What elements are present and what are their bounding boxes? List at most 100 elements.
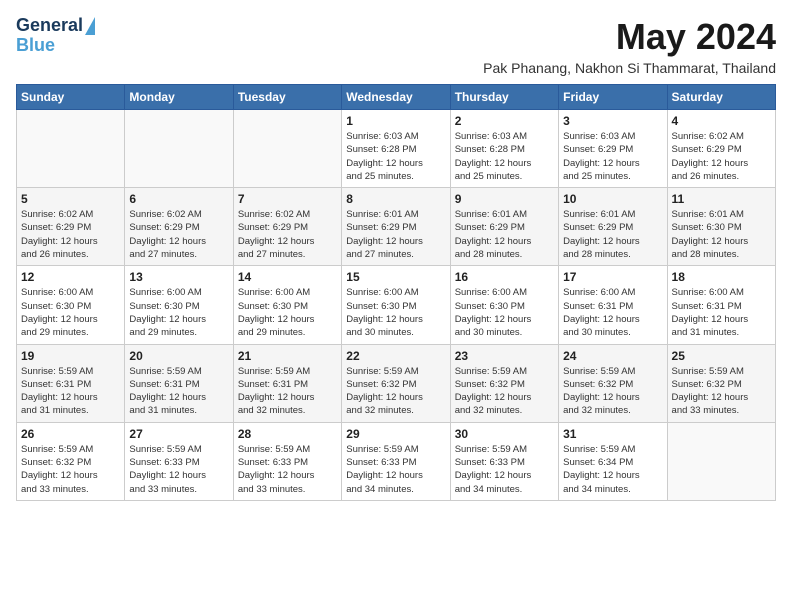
day-number: 3 bbox=[563, 114, 662, 128]
day-number: 20 bbox=[129, 349, 228, 363]
day-info: Sunrise: 5:59 AM Sunset: 6:33 PM Dayligh… bbox=[346, 443, 445, 496]
day-cell: 25Sunrise: 5:59 AM Sunset: 6:32 PM Dayli… bbox=[667, 344, 775, 422]
calendar-header-row: SundayMondayTuesdayWednesdayThursdayFrid… bbox=[17, 85, 776, 110]
day-number: 12 bbox=[21, 270, 120, 284]
day-cell: 23Sunrise: 5:59 AM Sunset: 6:32 PM Dayli… bbox=[450, 344, 558, 422]
day-number: 16 bbox=[455, 270, 554, 284]
day-number: 22 bbox=[346, 349, 445, 363]
header-friday: Friday bbox=[559, 85, 667, 110]
day-number: 9 bbox=[455, 192, 554, 206]
day-cell: 28 Sunrise: 5:59 AM Sunset: 6:33 PM Dayli… bbox=[233, 422, 341, 500]
day-number: 30 bbox=[455, 427, 554, 441]
day-number: 28 bbox=[238, 427, 337, 441]
day-info: Sunrise: 6:03 AM Sunset: 6:28 PM Dayligh… bbox=[346, 130, 445, 183]
day-number: 7 bbox=[238, 192, 337, 206]
day-info: Sunrise: 6:03 AM Sunset: 6:29 PM Dayligh… bbox=[563, 130, 662, 183]
day-cell: 10 Sunrise: 6:01 AM Sunset: 6:29 PM Dayli… bbox=[559, 188, 667, 266]
day-cell: 26Sunrise: 5:59 AM Sunset: 6:32 PM Dayli… bbox=[17, 422, 125, 500]
day-number: 10 bbox=[563, 192, 662, 206]
day-cell: 14 Sunrise: 6:00 AM Sunset: 6:30 PM Dayli… bbox=[233, 266, 341, 344]
day-cell: 20 Sunrise: 5:59 AM Sunset: 6:31 PM Dayli… bbox=[125, 344, 233, 422]
day-number: 2 bbox=[455, 114, 554, 128]
day-info: Sunrise: 6:01 AM Sunset: 6:30 PM Dayligh… bbox=[672, 208, 771, 261]
day-info: Sunrise: 6:00 AM Sunset: 6:30 PM Dayligh… bbox=[238, 286, 337, 339]
header-wednesday: Wednesday bbox=[342, 85, 450, 110]
day-cell: 11Sunrise: 6:01 AM Sunset: 6:30 PM Dayli… bbox=[667, 188, 775, 266]
day-info: Sunrise: 6:03 AM Sunset: 6:28 PM Dayligh… bbox=[455, 130, 554, 183]
day-info: Sunrise: 5:59 AM Sunset: 6:32 PM Dayligh… bbox=[455, 365, 554, 418]
day-number: 6 bbox=[129, 192, 228, 206]
day-cell: 7 Sunrise: 6:02 AM Sunset: 6:29 PM Daylig… bbox=[233, 188, 341, 266]
day-cell: 16Sunrise: 6:00 AM Sunset: 6:30 PM Dayli… bbox=[450, 266, 558, 344]
day-cell: 1 Sunrise: 6:03 AM Sunset: 6:28 PM Daylig… bbox=[342, 110, 450, 188]
day-cell bbox=[667, 422, 775, 500]
day-number: 17 bbox=[563, 270, 662, 284]
logo-blue: Blue bbox=[16, 36, 55, 56]
day-cell bbox=[233, 110, 341, 188]
day-info: Sunrise: 6:01 AM Sunset: 6:29 PM Dayligh… bbox=[455, 208, 554, 261]
day-cell bbox=[125, 110, 233, 188]
day-info: Sunrise: 6:02 AM Sunset: 6:29 PM Dayligh… bbox=[129, 208, 228, 261]
day-cell: 18Sunrise: 6:00 AM Sunset: 6:31 PM Dayli… bbox=[667, 266, 775, 344]
day-cell: 2 Sunrise: 6:03 AM Sunset: 6:28 PM Daylig… bbox=[450, 110, 558, 188]
header-tuesday: Tuesday bbox=[233, 85, 341, 110]
day-info: Sunrise: 6:00 AM Sunset: 6:30 PM Dayligh… bbox=[129, 286, 228, 339]
day-number: 21 bbox=[238, 349, 337, 363]
day-number: 29 bbox=[346, 427, 445, 441]
location-subtitle: Pak Phanang, Nakhon Si Thammarat, Thaila… bbox=[483, 60, 776, 76]
header-saturday: Saturday bbox=[667, 85, 775, 110]
day-info: Sunrise: 6:02 AM Sunset: 6:29 PM Dayligh… bbox=[672, 130, 771, 183]
day-info: Sunrise: 6:00 AM Sunset: 6:31 PM Dayligh… bbox=[563, 286, 662, 339]
header-sunday: Sunday bbox=[17, 85, 125, 110]
day-cell: 12 Sunrise: 6:00 AM Sunset: 6:30 PM Dayli… bbox=[17, 266, 125, 344]
day-cell: 30 Sunrise: 5:59 AM Sunset: 6:33 PM Dayli… bbox=[450, 422, 558, 500]
day-cell: 22Sunrise: 5:59 AM Sunset: 6:32 PM Dayli… bbox=[342, 344, 450, 422]
day-number: 26 bbox=[21, 427, 120, 441]
day-info: Sunrise: 5:59 AM Sunset: 6:34 PM Dayligh… bbox=[563, 443, 662, 496]
day-number: 15 bbox=[346, 270, 445, 284]
week-row-3: 12 Sunrise: 6:00 AM Sunset: 6:30 PM Dayli… bbox=[17, 266, 776, 344]
day-number: 18 bbox=[672, 270, 771, 284]
day-cell: 5 Sunrise: 6:02 AM Sunset: 6:29 PM Daylig… bbox=[17, 188, 125, 266]
week-row-4: 19Sunrise: 5:59 AM Sunset: 6:31 PM Dayli… bbox=[17, 344, 776, 422]
day-cell: 17 Sunrise: 6:00 AM Sunset: 6:31 PM Dayli… bbox=[559, 266, 667, 344]
day-info: Sunrise: 5:59 AM Sunset: 6:31 PM Dayligh… bbox=[238, 365, 337, 418]
day-number: 5 bbox=[21, 192, 120, 206]
day-info: Sunrise: 5:59 AM Sunset: 6:32 PM Dayligh… bbox=[563, 365, 662, 418]
day-cell: 27 Sunrise: 5:59 AM Sunset: 6:33 PM Dayli… bbox=[125, 422, 233, 500]
logo-triangle-icon bbox=[85, 17, 95, 35]
day-info: Sunrise: 6:01 AM Sunset: 6:29 PM Dayligh… bbox=[563, 208, 662, 261]
day-cell: 15 Sunrise: 6:00 AM Sunset: 6:30 PM Dayli… bbox=[342, 266, 450, 344]
header-monday: Monday bbox=[125, 85, 233, 110]
day-cell: 3 Sunrise: 6:03 AM Sunset: 6:29 PM Daylig… bbox=[559, 110, 667, 188]
day-number: 13 bbox=[129, 270, 228, 284]
day-cell: 4Sunrise: 6:02 AM Sunset: 6:29 PM Daylig… bbox=[667, 110, 775, 188]
day-number: 8 bbox=[346, 192, 445, 206]
day-info: Sunrise: 6:02 AM Sunset: 6:29 PM Dayligh… bbox=[21, 208, 120, 261]
day-info: Sunrise: 5:59 AM Sunset: 6:31 PM Dayligh… bbox=[21, 365, 120, 418]
day-info: Sunrise: 5:59 AM Sunset: 6:33 PM Dayligh… bbox=[238, 443, 337, 496]
day-cell: 19Sunrise: 5:59 AM Sunset: 6:31 PM Dayli… bbox=[17, 344, 125, 422]
day-number: 14 bbox=[238, 270, 337, 284]
day-cell: 24 Sunrise: 5:59 AM Sunset: 6:32 PM Dayli… bbox=[559, 344, 667, 422]
logo-general: General bbox=[16, 16, 83, 36]
day-cell: 13 Sunrise: 6:00 AM Sunset: 6:30 PM Dayli… bbox=[125, 266, 233, 344]
day-cell: 21 Sunrise: 5:59 AM Sunset: 6:31 PM Dayli… bbox=[233, 344, 341, 422]
day-cell: 31Sunrise: 5:59 AM Sunset: 6:34 PM Dayli… bbox=[559, 422, 667, 500]
day-number: 25 bbox=[672, 349, 771, 363]
day-info: Sunrise: 6:00 AM Sunset: 6:30 PM Dayligh… bbox=[21, 286, 120, 339]
day-number: 27 bbox=[129, 427, 228, 441]
week-row-1: 1 Sunrise: 6:03 AM Sunset: 6:28 PM Daylig… bbox=[17, 110, 776, 188]
day-number: 24 bbox=[563, 349, 662, 363]
day-number: 1 bbox=[346, 114, 445, 128]
day-info: Sunrise: 5:59 AM Sunset: 6:33 PM Dayligh… bbox=[129, 443, 228, 496]
day-info: Sunrise: 6:02 AM Sunset: 6:29 PM Dayligh… bbox=[238, 208, 337, 261]
day-info: Sunrise: 6:00 AM Sunset: 6:30 PM Dayligh… bbox=[346, 286, 445, 339]
day-cell: 6 Sunrise: 6:02 AM Sunset: 6:29 PM Daylig… bbox=[125, 188, 233, 266]
week-row-2: 5 Sunrise: 6:02 AM Sunset: 6:29 PM Daylig… bbox=[17, 188, 776, 266]
day-info: Sunrise: 5:59 AM Sunset: 6:33 PM Dayligh… bbox=[455, 443, 554, 496]
day-info: Sunrise: 5:59 AM Sunset: 6:31 PM Dayligh… bbox=[129, 365, 228, 418]
day-cell: 8Sunrise: 6:01 AM Sunset: 6:29 PM Daylig… bbox=[342, 188, 450, 266]
day-cell: 29 Sunrise: 5:59 AM Sunset: 6:33 PM Dayli… bbox=[342, 422, 450, 500]
calendar-table: SundayMondayTuesdayWednesdayThursdayFrid… bbox=[16, 84, 776, 501]
